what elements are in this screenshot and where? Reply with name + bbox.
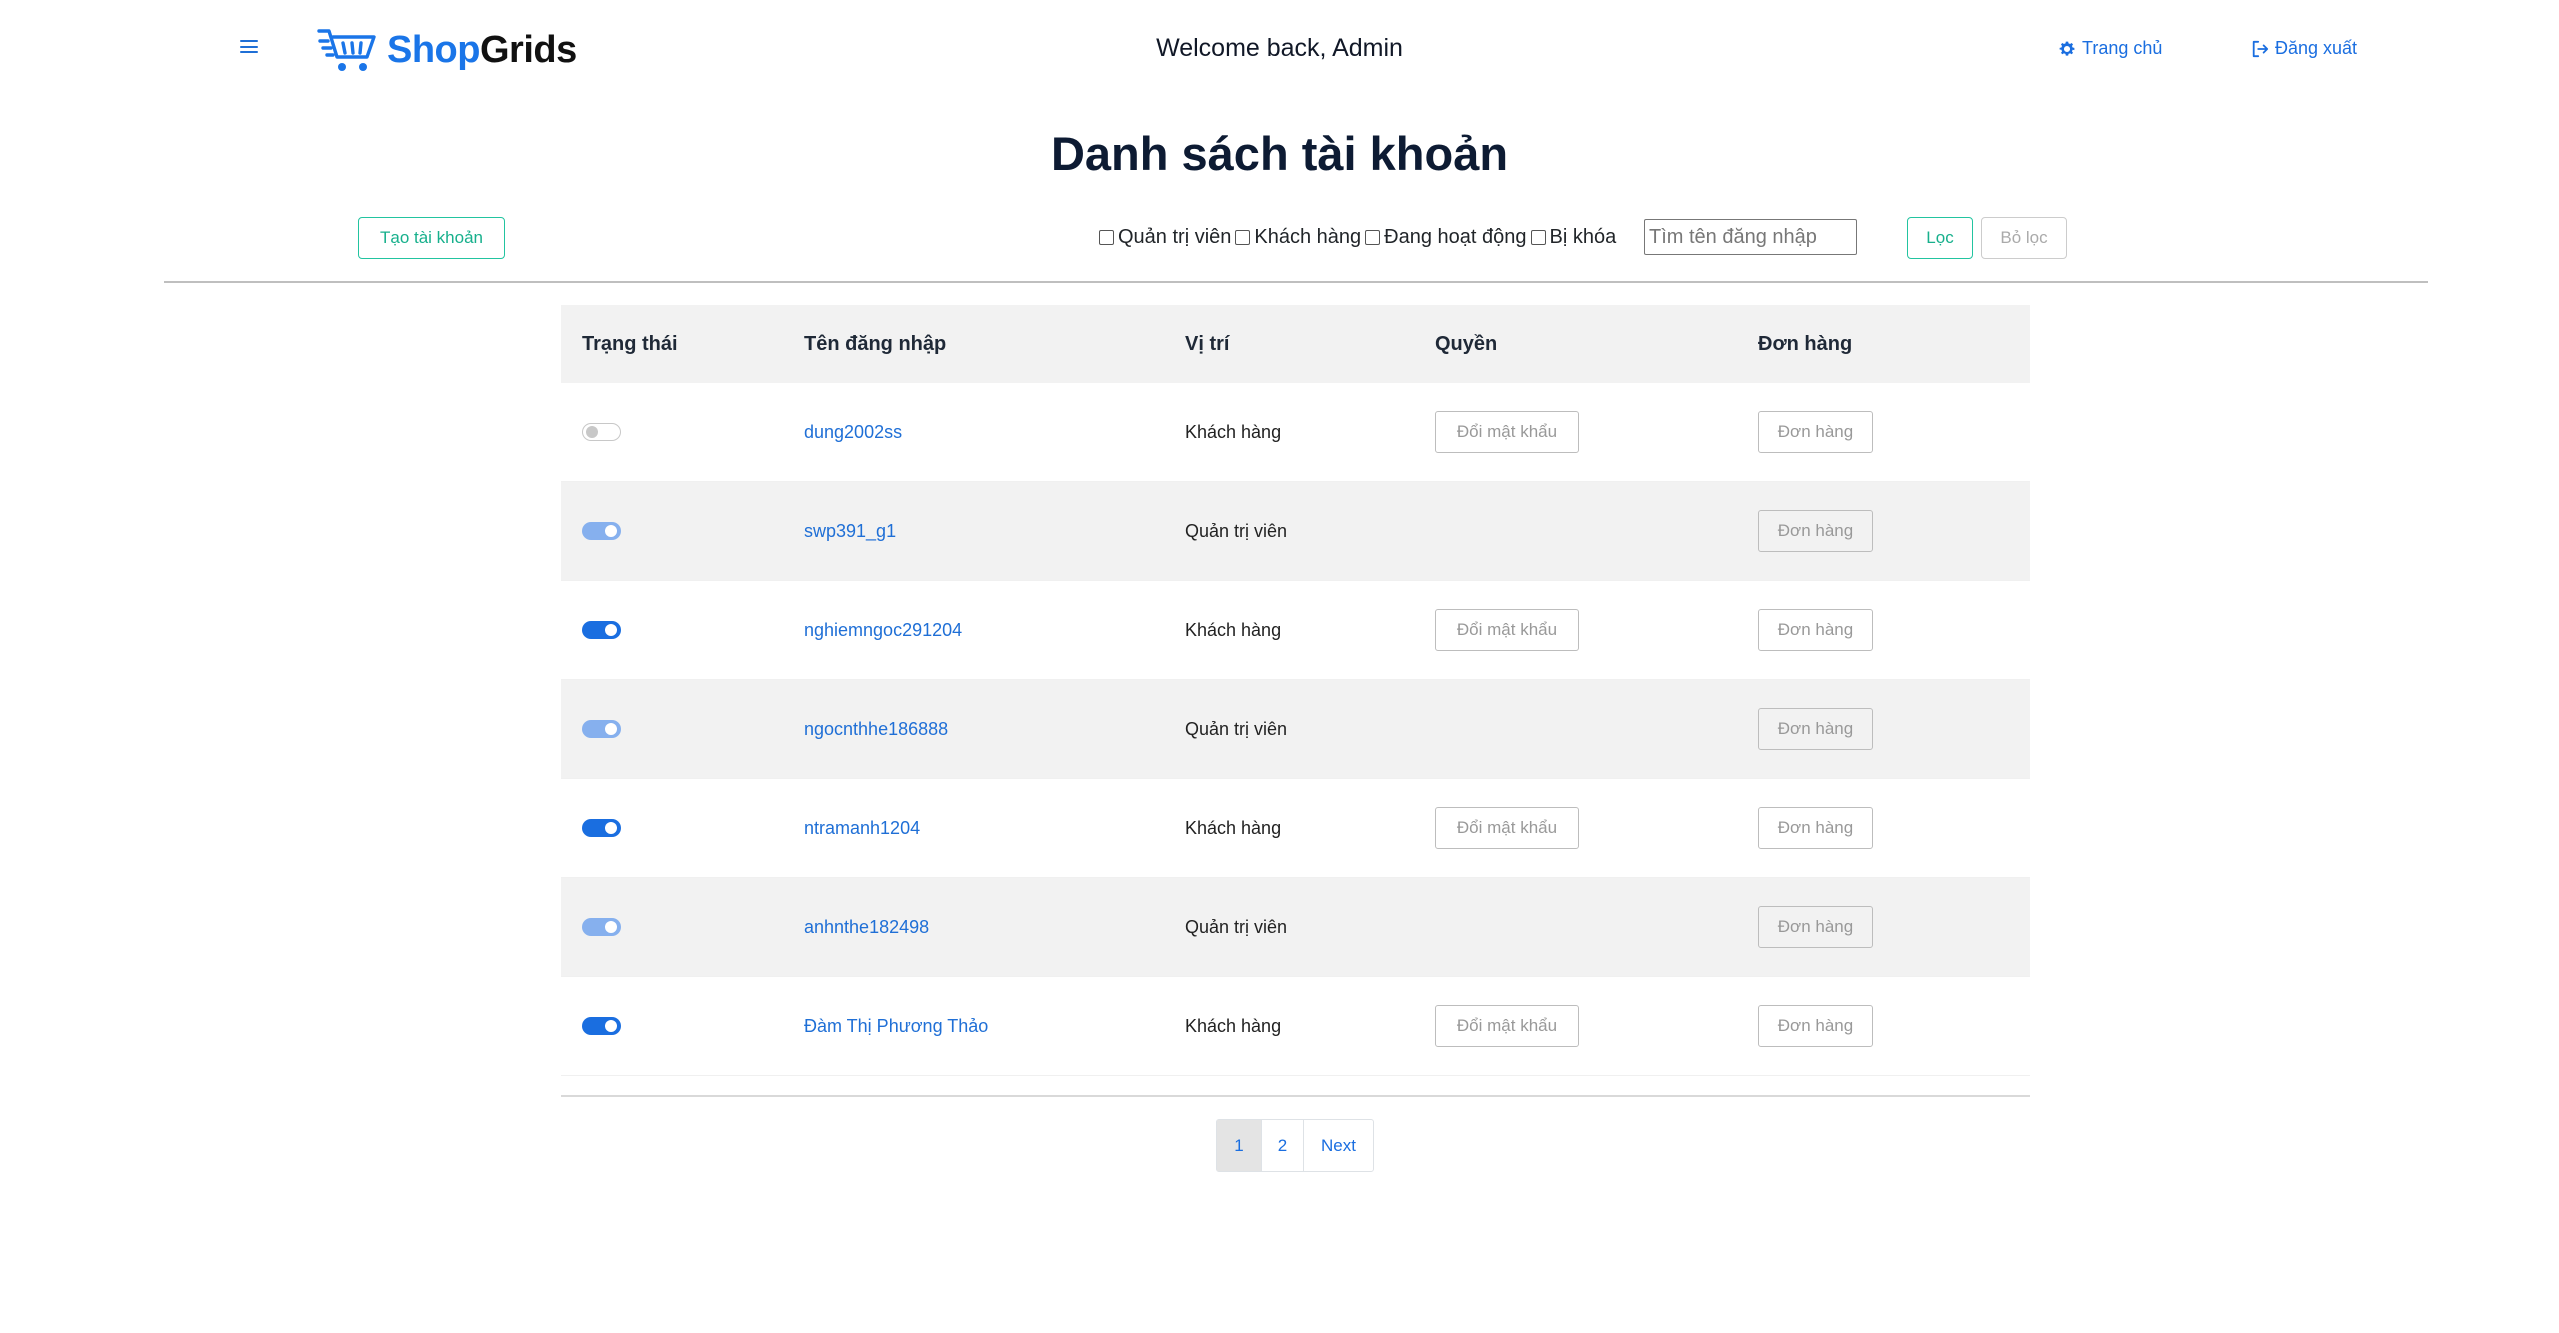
logout-label: Đăng xuất	[2275, 38, 2358, 58]
username-link[interactable]: Đàm Thị Phương Thảo	[804, 1016, 988, 1036]
page-1-button[interactable]: 1	[1217, 1120, 1261, 1171]
status-toggle[interactable]	[582, 819, 621, 837]
username-link[interactable]: swp391_g1	[804, 521, 896, 541]
header-status: Trạng thái	[582, 332, 678, 355]
create-account-button[interactable]: Tạo tài khoản	[358, 217, 505, 259]
gear-icon	[2059, 41, 2075, 56]
customer-checkbox[interactable]	[1235, 229, 1251, 245]
home-link[interactable]: Trang chủ	[2058, 38, 2162, 59]
table-row: dung2002ss Khách hàng Đổi mật khẩu Đơn h…	[561, 383, 2030, 482]
role-text: Khách hàng	[1185, 817, 1282, 838]
table-row: swp391_g1 Quản trị viên Đơn hàng	[561, 482, 2030, 581]
table-bottom-border	[561, 1095, 2030, 1097]
accounts-table: Trạng thái Tên đăng nhập Vị trí Quyền Đơ…	[561, 305, 2030, 1076]
filter-admin[interactable]: Quản trị viên	[1099, 226, 1231, 249]
filter-customer-label: Khách hàng	[1254, 225, 1362, 248]
orders-button[interactable]: Đơn hàng	[1758, 906, 1873, 948]
locked-checkbox[interactable]	[1530, 229, 1546, 245]
role-text: Quản trị viên	[1185, 718, 1288, 739]
role-text: Khách hàng	[1185, 1015, 1282, 1036]
table-row: Đàm Thị Phương Thảo Khách hàng Đổi mật k…	[561, 977, 2030, 1076]
role-text: Quản trị viên	[1185, 520, 1288, 541]
status-toggle[interactable]	[582, 522, 621, 540]
change-password-button[interactable]: Đổi mật khẩu	[1435, 609, 1579, 651]
status-toggle[interactable]	[582, 720, 621, 738]
orders-button[interactable]: Đơn hàng	[1758, 708, 1873, 750]
pagination: 1 2 Next	[1216, 1119, 1374, 1172]
logout-icon	[2252, 40, 2269, 57]
username-link[interactable]: dung2002ss	[804, 422, 902, 442]
active-checkbox[interactable]	[1365, 229, 1381, 245]
header-role: Vị trí	[1185, 332, 1230, 355]
header-permission: Quyền	[1435, 332, 1498, 355]
divider	[164, 281, 2428, 283]
filter-button[interactable]: Lọc	[1907, 217, 1973, 259]
filter-group: Quản trị viên Khách hàng Đang hoạt động …	[1099, 222, 1620, 252]
orders-button[interactable]: Đơn hàng	[1758, 411, 1873, 453]
orders-button[interactable]: Đơn hàng	[1758, 510, 1873, 552]
orders-button[interactable]: Đơn hàng	[1758, 1005, 1873, 1047]
welcome-text: Welcome back, Admin	[1156, 34, 1403, 62]
username-link[interactable]: ngocnthhe186888	[804, 719, 948, 739]
username-link[interactable]: nghiemngoc291204	[804, 620, 962, 640]
table-row: anhnthe182498 Quản trị viên Đơn hàng	[561, 878, 2030, 977]
page-title: Danh sách tài khoản	[1050, 127, 1509, 180]
change-password-button[interactable]: Đổi mật khẩu	[1435, 1005, 1579, 1047]
search-username-input[interactable]	[1644, 219, 1857, 255]
filter-admin-label: Quản trị viên	[1118, 225, 1232, 248]
header-username: Tên đăng nhập	[804, 332, 947, 355]
filter-locked-label: Bị khóa	[1549, 225, 1617, 248]
table-row: nghiemngoc291204 Khách hàng Đổi mật khẩu…	[561, 581, 2030, 680]
username-link[interactable]: anhnthe182498	[804, 917, 929, 937]
role-text: Khách hàng	[1185, 421, 1282, 442]
status-toggle[interactable]	[582, 423, 621, 441]
change-password-button[interactable]: Đổi mật khẩu	[1435, 411, 1579, 453]
header-orders: Đơn hàng	[1758, 332, 1853, 355]
table-header: Trạng thái Tên đăng nhập Vị trí Quyền Đơ…	[561, 305, 2030, 383]
table-row: ntramanh1204 Khách hàng Đổi mật khẩu Đơn…	[561, 779, 2030, 878]
admin-checkbox[interactable]	[1099, 229, 1114, 245]
status-toggle[interactable]	[582, 918, 621, 936]
role-text: Khách hàng	[1185, 619, 1282, 640]
filter-locked[interactable]: Bị khóa	[1530, 225, 1617, 249]
table-row: ngocnthhe186888 Quản trị viên Đơn hàng	[561, 680, 2030, 779]
role-text: Quản trị viên	[1185, 916, 1288, 937]
status-toggle[interactable]	[582, 1017, 621, 1035]
logout-link[interactable]: Đăng xuất	[2251, 38, 2357, 59]
username-link[interactable]: ntramanh1204	[804, 818, 920, 838]
orders-button[interactable]: Đơn hàng	[1758, 609, 1873, 651]
clear-filter-button[interactable]: Bỏ lọc	[1981, 217, 2067, 259]
filter-active[interactable]: Đang hoạt động	[1365, 225, 1527, 249]
orders-button[interactable]: Đơn hàng	[1758, 807, 1873, 849]
page-2-button[interactable]: 2	[1261, 1120, 1303, 1171]
status-toggle[interactable]	[582, 621, 621, 639]
filter-active-label: Đang hoạt động	[1384, 225, 1527, 248]
filter-customer[interactable]: Khách hàng	[1235, 226, 1361, 249]
change-password-button[interactable]: Đổi mật khẩu	[1435, 807, 1579, 849]
next-page-button[interactable]: Next	[1303, 1120, 1373, 1171]
home-label: Trang chủ	[2082, 38, 2163, 58]
